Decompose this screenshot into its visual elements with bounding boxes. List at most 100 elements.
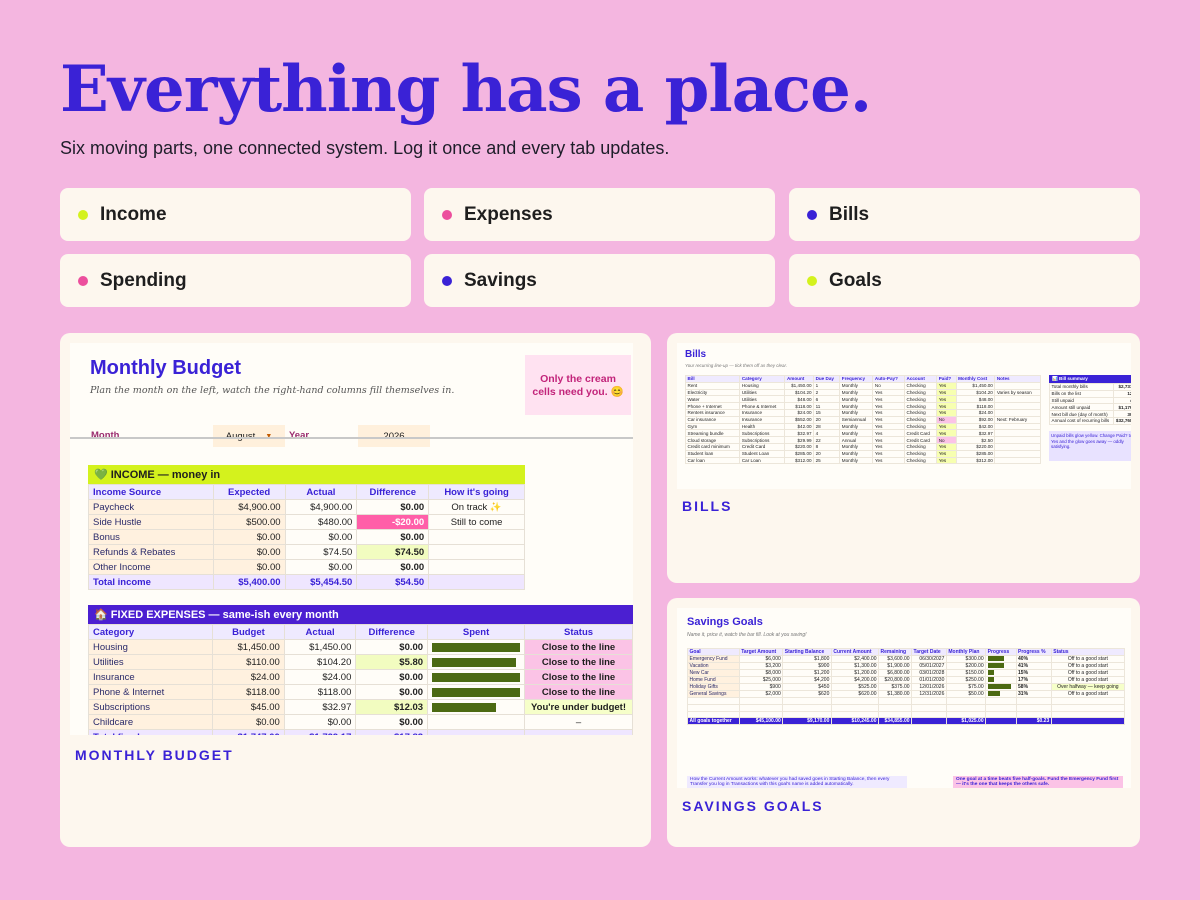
bill-cell[interactable]: Yes <box>936 422 957 431</box>
empty-cell[interactable] <box>782 710 832 719</box>
month-select[interactable]: August ▼ <box>213 425 285 447</box>
bill-cell: Insurance <box>739 408 786 417</box>
empty-cell[interactable] <box>1015 697 1052 705</box>
empty-cell[interactable] <box>985 710 1017 719</box>
table-cell[interactable]: $0.00 <box>212 714 285 730</box>
empty-cell[interactable] <box>782 703 832 712</box>
bill-cell: Yes <box>872 436 905 444</box>
empty-cell[interactable] <box>985 703 1017 712</box>
empty-cell[interactable] <box>738 710 784 719</box>
summary-label: Next bill due (day of month) <box>1049 410 1114 418</box>
summary-value: 4 <box>1112 396 1131 405</box>
bills-title: Bills <box>685 349 707 360</box>
empty-cell[interactable] <box>877 697 913 705</box>
goal-cell: $20,800.00 <box>877 676 913 684</box>
table-cell: $5.80 <box>355 654 429 670</box>
bill-cell: $1,450.00 <box>784 381 815 390</box>
column-header: Budget <box>212 624 285 640</box>
goal-progress-cell <box>985 676 1017 684</box>
empty-cell[interactable] <box>687 703 740 712</box>
bill-cell[interactable]: Yes <box>936 395 957 404</box>
table-cell[interactable]: $1,450.00 <box>212 639 285 655</box>
bill-cell: Monthly <box>839 456 874 465</box>
empty-cell[interactable] <box>877 703 913 712</box>
bill-cell: Monthly <box>839 388 874 397</box>
empty-cell[interactable] <box>911 710 947 719</box>
bill-cell: Renters insurance <box>684 408 741 417</box>
empty-cell[interactable] <box>1015 710 1052 719</box>
bill-cell[interactable]: Yes <box>936 381 957 390</box>
empty-cell[interactable] <box>1050 710 1126 719</box>
empty-cell[interactable] <box>830 710 880 719</box>
bill-cell[interactable]: Yes <box>936 388 957 397</box>
table-cell: On track ✨ <box>428 499 525 515</box>
bill-cell[interactable]: Yes <box>936 402 957 410</box>
bill-cell[interactable]: Yes <box>936 408 957 417</box>
table-row: Paycheck $4,900.00 $4,900.00 $0.00 On track … <box>88 499 525 515</box>
bill-cell[interactable]: Yes <box>936 442 957 451</box>
empty-cell[interactable] <box>945 703 987 712</box>
bill-cell: 28 <box>813 422 841 431</box>
goal-cell: 06/30/2027 <box>911 655 947 663</box>
empty-cell[interactable] <box>1050 703 1126 712</box>
bill-row: Cloud storage Subscriptions $29.99 22 Annual… <box>684 436 1041 444</box>
bill-cell[interactable]: No <box>936 415 957 424</box>
table-cell[interactable]: $0.00 <box>212 529 286 545</box>
empty-cell[interactable] <box>911 697 947 705</box>
goal-cell: Vacation <box>687 662 740 670</box>
year-input[interactable]: 2026 <box>358 425 430 447</box>
goal-cell: $375.00 <box>877 683 913 691</box>
table-cell[interactable]: $118.00 <box>212 684 285 700</box>
empty-cell[interactable] <box>830 697 880 705</box>
table-cell[interactable]: $0.00 <box>212 544 286 560</box>
bill-cell: $220.00 <box>784 442 815 451</box>
table-cell: $104.20 <box>283 654 357 670</box>
table-cell[interactable]: $500.00 <box>212 514 286 530</box>
table-cell[interactable]: $45.00 <box>212 699 285 715</box>
bill-cell: Streaming bundle <box>684 429 741 438</box>
bill-cell: 15 <box>813 408 841 417</box>
empty-cell[interactable] <box>877 710 913 719</box>
empty-cell[interactable] <box>738 697 784 705</box>
savings-goals-screenshot: Savings Goals Name it, price it, watch t… <box>677 608 1131 788</box>
bill-cell: $312.00 <box>955 456 996 465</box>
bullet-dot-icon <box>807 275 817 286</box>
bill-cell[interactable]: Yes <box>936 456 957 465</box>
bill-cell[interactable]: No <box>936 436 957 444</box>
category-cell: Utilities <box>87 654 214 670</box>
empty-cell[interactable] <box>1050 697 1126 705</box>
table-cell[interactable]: $4,900.00 <box>212 499 286 515</box>
empty-cell[interactable] <box>738 703 784 712</box>
income-source-cell: Side Hustle <box>88 514 214 530</box>
bill-cell: Student Loan <box>739 449 786 458</box>
spent-progress-fill <box>432 642 521 652</box>
income-source-cell: Other Income <box>88 559 214 575</box>
table-cell[interactable]: $110.00 <box>212 654 285 670</box>
goal-cell: Holiday Gifts <box>687 683 740 691</box>
empty-cell[interactable] <box>985 697 1017 705</box>
bill-cell: 20 <box>813 415 841 424</box>
bullet-dot-icon <box>807 209 817 220</box>
bill-cell <box>994 402 1041 410</box>
empty-cell[interactable] <box>945 710 987 719</box>
goal-total-row: All goals together $45,100.00 $9,170.00 $10… <box>687 717 1126 726</box>
bill-cell[interactable]: Yes <box>936 449 957 458</box>
bill-cell[interactable]: Yes <box>936 429 957 438</box>
empty-cell[interactable] <box>1015 703 1052 712</box>
bill-cell: $104.20 <box>955 388 996 397</box>
bill-cell: Annual <box>839 436 874 444</box>
summary-row: Total monthly bills$2,731 <box>1049 383 1131 391</box>
table-cell[interactable]: $0.00 <box>212 559 286 575</box>
empty-cell[interactable] <box>830 703 880 712</box>
table-cell[interactable]: $24.00 <box>212 669 285 685</box>
goal-cell: $75.00 <box>945 683 987 691</box>
empty-cell[interactable] <box>687 710 740 719</box>
empty-cell[interactable] <box>911 703 947 712</box>
bills-card: Bills Your recurring line-up — tick them… <box>667 333 1140 583</box>
empty-cell[interactable] <box>945 697 987 705</box>
empty-cell[interactable] <box>782 697 832 705</box>
monthly-budget-title: Monthly Budget <box>90 357 242 379</box>
table-row: Refunds & Rebates $0.00 $74.50 $74.50 <box>88 544 525 560</box>
empty-cell[interactable] <box>687 697 740 705</box>
summary-value: $1,179 <box>1112 403 1131 412</box>
